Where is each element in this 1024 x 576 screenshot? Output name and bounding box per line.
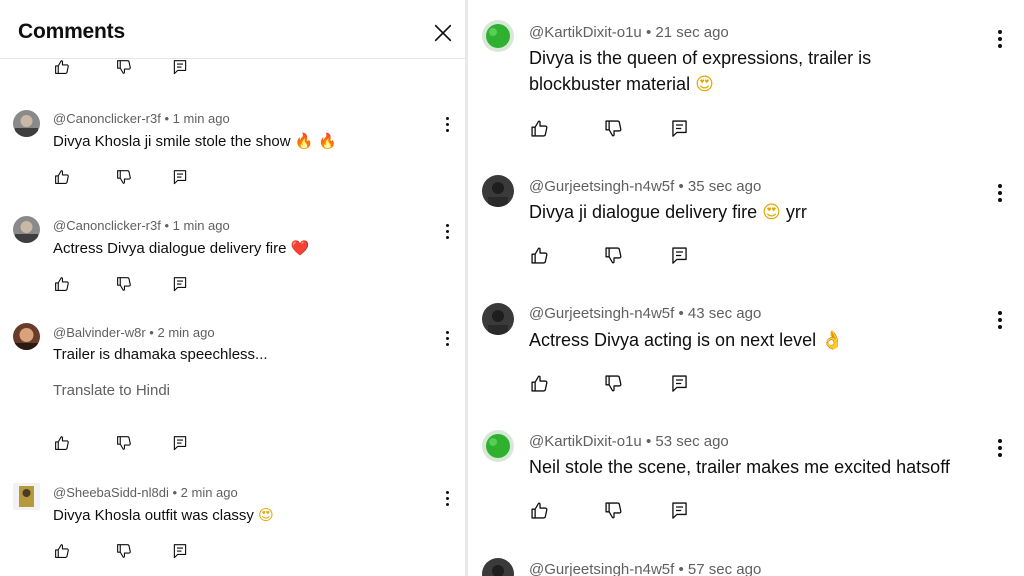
- comment-time: 2 min ago: [180, 485, 238, 500]
- comment-author[interactable]: @SheebaSidd-nl8di: [53, 485, 169, 500]
- separator: •: [172, 485, 178, 500]
- more-vert-icon[interactable]: [991, 308, 1009, 330]
- separator: •: [164, 218, 170, 233]
- comment-text: Divya Khosla outfit was classy 😍: [53, 506, 274, 524]
- thumb-up-icon[interactable]: [529, 373, 550, 394]
- thumb-down-icon[interactable]: [603, 500, 624, 521]
- more-vert-icon[interactable]: [991, 27, 1009, 49]
- heart-emoji: ❤️: [290, 239, 310, 257]
- comment-suffix: yrr: [785, 202, 807, 222]
- comment-author[interactable]: @KartikDixit-o1u: [529, 24, 642, 41]
- comment-body: Divya Khosla outfit was classy: [53, 507, 254, 524]
- reply-icon[interactable]: [669, 245, 690, 266]
- comment-body: Trailer is dhamaka speechless...: [53, 346, 268, 363]
- reply-icon[interactable]: [669, 118, 690, 139]
- thumb-up-icon[interactable]: [529, 500, 550, 521]
- comment-author[interactable]: @Balvinder-w8r: [53, 325, 146, 340]
- comment-author[interactable]: @Canonclicker-r3f: [53, 111, 161, 126]
- comment-text: Divya ji dialogue delivery fire 😍 yrr: [529, 202, 807, 223]
- more-vert-icon[interactable]: [991, 436, 1009, 458]
- reply-icon[interactable]: [171, 275, 189, 293]
- reply-icon[interactable]: [669, 500, 690, 521]
- comment-time: 57 sec ago: [687, 561, 762, 576]
- comment-author[interactable]: @Gurjeetsingh-n4w5f: [529, 305, 674, 322]
- comment-time: 21 sec ago: [655, 24, 729, 41]
- comment-author[interactable]: @Gurjeetsingh-n4w5f: [529, 561, 674, 576]
- comment-text: blockbuster material 😍: [529, 74, 714, 95]
- comment-author[interactable]: @Gurjeetsingh-n4w5f: [529, 178, 674, 195]
- thumb-down-icon[interactable]: [115, 434, 133, 452]
- separator: •: [164, 111, 170, 126]
- comment-time: 1 min ago: [172, 111, 230, 126]
- separator: •: [678, 561, 684, 576]
- separator: •: [645, 24, 652, 41]
- separator: •: [678, 178, 684, 195]
- comments-panel-left: Comments @Canonclicker-r3f • 1 min ago D…: [0, 0, 465, 576]
- thumb-up-icon[interactable]: [53, 275, 71, 293]
- comment-time: 35 sec ago: [687, 178, 762, 195]
- translate-link[interactable]: Translate to Hindi: [53, 382, 170, 399]
- separator: •: [645, 433, 652, 450]
- comment-time: 2 min ago: [157, 325, 215, 340]
- thumb-up-icon[interactable]: [53, 58, 71, 76]
- comment-time: 53 sec ago: [655, 433, 729, 450]
- avatar[interactable]: [13, 110, 40, 137]
- avatar[interactable]: [482, 175, 514, 207]
- avatar[interactable]: [13, 483, 40, 510]
- heart-eyes-emoji: 😍: [258, 506, 274, 524]
- reply-icon[interactable]: [171, 434, 189, 452]
- comment-author[interactable]: @Canonclicker-r3f: [53, 218, 161, 233]
- page-title: Comments: [18, 20, 125, 43]
- reply-icon[interactable]: [171, 58, 189, 76]
- comment-text: Actress Divya acting is on next level 👌: [529, 330, 844, 351]
- thumb-up-icon[interactable]: [53, 434, 71, 452]
- comment-author[interactable]: @KartikDixit-o1u: [529, 433, 642, 450]
- close-icon[interactable]: [432, 22, 454, 44]
- comment-text: Actress Divya dialogue delivery fire ❤️: [53, 239, 309, 257]
- thumb-up-icon[interactable]: [53, 542, 71, 560]
- fire-emoji: 🔥 🔥: [294, 132, 337, 150]
- avatar[interactable]: [482, 303, 514, 335]
- more-vert-icon[interactable]: [438, 114, 456, 134]
- ok-hand-emoji: 👌: [821, 330, 844, 351]
- reply-icon[interactable]: [171, 168, 189, 186]
- heart-eyes-emoji: 😍: [762, 202, 781, 223]
- thumb-down-icon[interactable]: [115, 542, 133, 560]
- reply-icon[interactable]: [669, 373, 690, 394]
- thumb-up-icon[interactable]: [529, 245, 550, 266]
- separator: •: [149, 325, 154, 340]
- avatar[interactable]: [482, 20, 514, 52]
- thumb-down-icon[interactable]: [115, 58, 133, 76]
- separator: •: [678, 305, 684, 322]
- more-vert-icon[interactable]: [438, 221, 456, 241]
- reply-icon[interactable]: [171, 542, 189, 560]
- comment-body: Divya Khosla ji smile stole the show: [53, 133, 291, 150]
- comment-body: Divya ji dialogue delivery fire: [529, 202, 758, 222]
- more-vert-icon[interactable]: [438, 328, 456, 348]
- thumb-up-icon[interactable]: [529, 118, 550, 139]
- more-vert-icon[interactable]: [438, 488, 456, 508]
- comment-body: Divya is the queen of expressions, trail…: [529, 48, 872, 68]
- comment-time: 43 sec ago: [687, 305, 762, 322]
- comments-header: Comments: [0, 0, 465, 59]
- avatar[interactable]: [482, 430, 514, 462]
- comment-text: Divya Khosla ji smile stole the show 🔥 🔥: [53, 132, 337, 150]
- avatar[interactable]: [13, 216, 40, 243]
- comment-body: Actress Divya dialogue delivery fire: [53, 240, 287, 257]
- more-vert-icon[interactable]: [991, 181, 1009, 203]
- thumb-up-icon[interactable]: [53, 168, 71, 186]
- thumb-down-icon[interactable]: [603, 245, 624, 266]
- comment-body: Actress Divya acting is on next level: [529, 330, 817, 350]
- comments-panel-right: @KartikDixit-o1u • 21 sec ago Divya is t…: [468, 0, 1024, 576]
- avatar[interactable]: [482, 558, 514, 576]
- comment-time: 1 min ago: [172, 218, 230, 233]
- avatar[interactable]: [13, 323, 40, 350]
- thumb-down-icon[interactable]: [603, 373, 624, 394]
- thumb-down-icon[interactable]: [603, 118, 624, 139]
- heart-eyes-emoji: 😍: [695, 74, 714, 95]
- comment-body: Neil stole the scene, trailer makes me e…: [529, 457, 950, 477]
- comment-body-line2: blockbuster material: [529, 74, 691, 94]
- thumb-down-icon[interactable]: [115, 275, 133, 293]
- thumb-down-icon[interactable]: [115, 168, 133, 186]
